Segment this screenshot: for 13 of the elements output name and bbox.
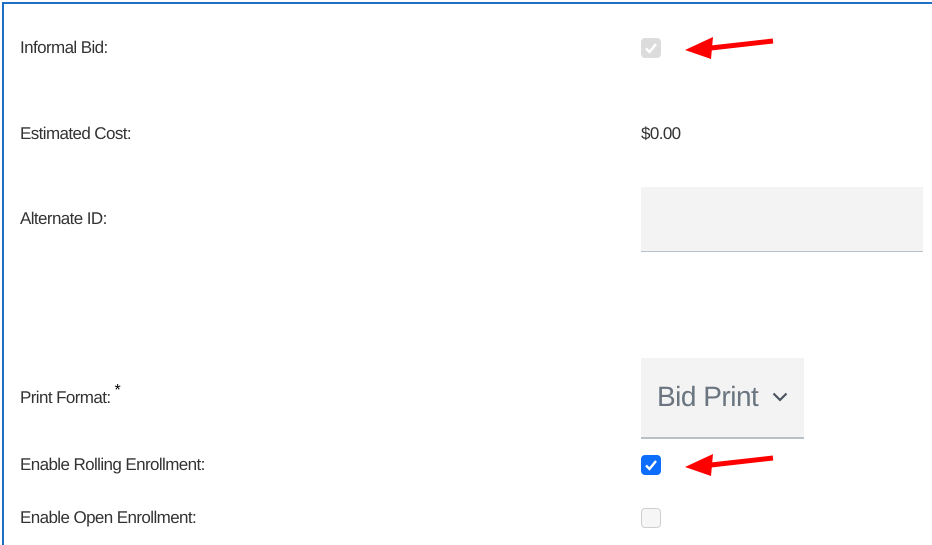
field-label: Estimated Cost: <box>20 124 131 143</box>
check-icon <box>644 458 658 472</box>
required-mark: * <box>114 382 121 399</box>
field-label: Enable Open Enrollment: <box>20 508 196 526</box>
field-label: Alternate ID: <box>20 209 107 228</box>
field-label: Print Format: <box>20 388 110 407</box>
field-label: Enable Rolling Enrollment: <box>20 455 205 474</box>
cost-value: $0.00 <box>641 123 681 146</box>
field-label: Informal Bid: <box>20 38 108 57</box>
input-field[interactable] <box>641 186 923 252</box>
checkbox[interactable] <box>641 455 661 475</box>
print-format-select[interactable]: Bid Print <box>641 358 804 438</box>
caret-icon <box>772 392 788 402</box>
